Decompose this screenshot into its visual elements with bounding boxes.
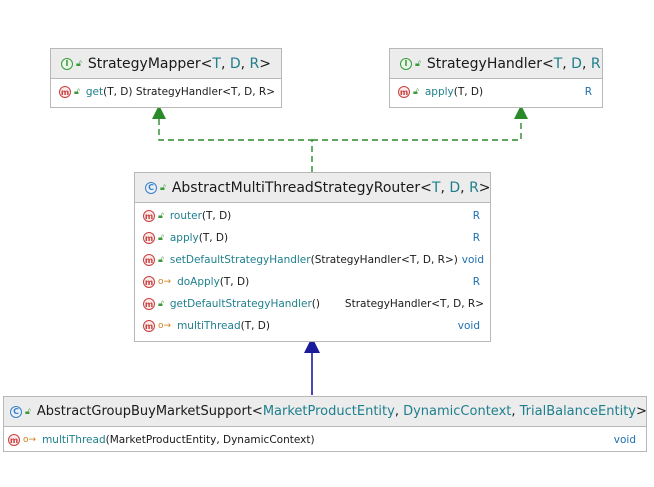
method-row[interactable]: m o→ multiThread(T, D) void [135,315,490,337]
public-visibility-icon: 🔓︎ [160,182,166,193]
method-signature: getDefaultStrategyHandler() [169,298,320,310]
method-icon: m [143,320,155,332]
interface-icon: I [400,57,412,70]
edge-implements-strategy-handler [312,105,528,141]
method-signature: router(T, D) [169,210,232,222]
method-return-type: R [472,210,480,222]
method-icon: m [143,254,155,266]
method-icon: m [143,276,155,288]
type-params: <T, D, R> [420,179,490,196]
method-row[interactable]: m o→ doApply(T, D) R [135,271,490,293]
method-icon: m [143,232,155,244]
public-visibility-icon: 🔓︎ [25,406,31,417]
method-return-type: void [461,254,484,266]
method-return-type: StrategyHandler<T, D, R> [135,86,275,98]
method-icon: m [143,210,155,222]
method-row[interactable]: m 🔓︎ get(T, D) StrategyHandler<T, D, R> [51,81,281,103]
public-visibility-icon: 🔓︎ [158,255,164,265]
type-params: <T, D, R> [541,55,602,72]
node-strategy-mapper[interactable]: I 🔓︎ StrategyMapper <T, D, R> m 🔓︎ get(T… [50,48,282,108]
method-return-type: R [472,276,480,288]
method-row[interactable]: m 🔓︎ router(T, D) R [135,205,490,227]
public-visibility-icon: 🔓︎ [74,87,80,97]
method-signature: setDefaultStrategyHandler(StrategyHandle… [169,254,458,266]
method-return-type: void [457,320,480,332]
node-name: StrategyHandler [426,55,542,72]
public-visibility-icon: 🔓︎ [158,211,164,221]
protected-visibility-icon: o→ [23,435,37,445]
method-signature: apply(T, D) [424,86,484,98]
method-list: m o→ multiThread(MarketProductEntity, Dy… [4,427,646,451]
edge-implements-strategy-mapper [152,105,313,172]
interface-icon: I [61,57,73,70]
method-return-type: R [584,86,592,98]
method-row[interactable]: m 🔓︎ setDefaultStrategyHandler(StrategyH… [135,249,490,271]
method-signature: apply(T, D) [169,232,229,244]
method-icon: m [143,298,155,310]
protected-visibility-icon: o→ [158,277,172,287]
method-return-type: void [613,434,636,446]
node-name: AbstractMultiThreadStrategyRouter [171,179,421,196]
method-signature: get(T, D) [85,86,133,98]
method-row[interactable]: m o→ multiThread(MarketProductEntity, Dy… [4,429,646,451]
method-row[interactable]: m 🔓︎ apply(T, D) R [135,227,490,249]
method-list: m 🔓︎ get(T, D) StrategyHandler<T, D, R> [51,79,281,105]
method-icon: m [59,86,71,98]
class-icon: C [10,405,22,418]
public-visibility-icon: 🔓︎ [76,58,82,69]
class-icon: C [145,181,157,194]
method-icon: m [8,434,20,446]
public-visibility-icon: 🔓︎ [158,233,164,243]
method-list: m 🔓︎ router(T, D) R m 🔓︎ apply(T, D) R m… [135,203,490,339]
type-params: <MarketProductEntity, DynamicContext, Tr… [251,404,646,419]
node-header: I 🔓︎ StrategyMapper <T, D, R> [51,49,281,79]
node-header: I 🔓︎ StrategyHandler <T, D, R> [390,49,602,79]
public-visibility-icon: 🔓︎ [415,58,421,69]
method-row[interactable]: m 🔓︎ getDefaultStrategyHandler() Strateg… [135,293,490,315]
method-row[interactable]: m 🔓︎ apply(T, D) R [390,81,602,103]
node-name: StrategyMapper [87,55,201,72]
method-signature: doApply(T, D) [177,276,250,288]
node-abstract-multi-thread-strategy-router[interactable]: C 🔓︎ AbstractMultiThreadStrategyRouter <… [134,172,491,342]
method-icon: m [398,86,410,98]
protected-visibility-icon: o→ [158,321,172,331]
node-strategy-handler[interactable]: I 🔓︎ StrategyHandler <T, D, R> m 🔓︎ appl… [389,48,603,108]
node-abstract-group-buy-market-support[interactable]: C 🔓︎ AbstractGroupBuyMarketSupport <Mark… [3,396,647,452]
method-signature: multiThread(MarketProductEntity, Dynamic… [42,434,315,446]
node-header: C 🔓︎ AbstractGroupBuyMarketSupport <Mark… [4,397,646,427]
method-signature: multiThread(T, D) [177,320,270,332]
method-return-type: StrategyHandler<T, D, R> [344,298,484,310]
public-visibility-icon: 🔓︎ [413,87,419,97]
node-name: AbstractGroupBuyMarketSupport [36,404,252,419]
type-params: <T, D, R> [200,55,271,72]
public-visibility-icon: 🔓︎ [158,299,164,309]
method-return-type: R [472,232,480,244]
method-list: m 🔓︎ apply(T, D) R [390,79,602,105]
node-header: C 🔓︎ AbstractMultiThreadStrategyRouter <… [135,173,490,203]
